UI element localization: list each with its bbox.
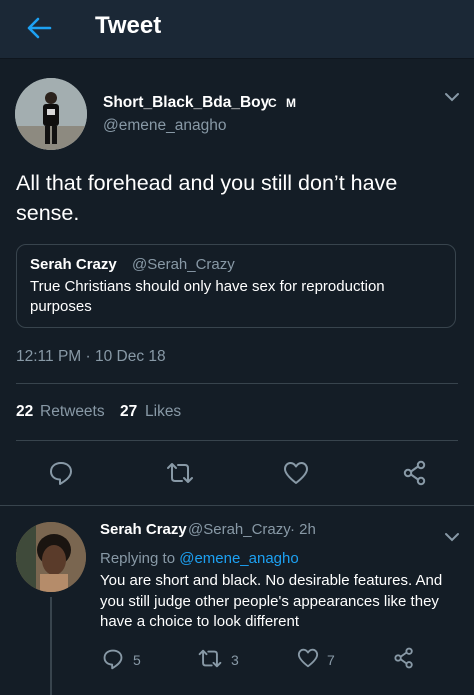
quoted-author-handle: @Serah_Crazy xyxy=(132,256,235,273)
avatar[interactable] xyxy=(16,522,86,592)
retweet-icon[interactable] xyxy=(165,461,195,485)
replying-to-link[interactable]: @emene_anagho xyxy=(179,550,299,567)
divider xyxy=(0,505,474,506)
back-arrow-icon[interactable] xyxy=(26,17,52,39)
like-count: 7 xyxy=(327,652,335,668)
reply-text: You are short and black. No desirable fe… xyxy=(100,572,443,630)
tweet-text: All that forehead and you still don’t ha… xyxy=(16,171,398,225)
share-icon[interactable] xyxy=(402,460,428,486)
replying-to-label: Replying to xyxy=(100,550,180,567)
quoted-tweet-text: True Christians should only have sex for… xyxy=(30,278,385,315)
share-icon[interactable] xyxy=(393,647,415,669)
retweet-icon[interactable] xyxy=(197,648,223,669)
divider xyxy=(16,383,458,384)
chevron-down-icon[interactable] xyxy=(444,531,460,543)
avatar-photo xyxy=(16,522,86,592)
reply-count: 5 xyxy=(133,652,141,668)
author-badge: C M xyxy=(268,96,299,110)
quoted-tweet[interactable]: Serah Crazy @Serah_Crazy True Christians… xyxy=(16,244,456,328)
author-name[interactable]: Short_Black_Bda_Boy xyxy=(103,94,269,112)
reply-author-name[interactable]: Serah Crazy xyxy=(100,521,187,538)
like-icon[interactable] xyxy=(297,648,319,668)
likes-label[interactable]: Likes xyxy=(145,403,181,421)
reply-icon[interactable] xyxy=(48,460,74,486)
avatar[interactable] xyxy=(15,78,87,150)
divider xyxy=(16,440,458,441)
like-icon[interactable] xyxy=(283,461,309,485)
retweet-count: 3 xyxy=(231,652,239,668)
thread-line xyxy=(50,597,52,695)
author-handle[interactable]: @emene_anagho xyxy=(103,117,226,135)
quoted-author-name: Serah Crazy xyxy=(30,256,117,273)
retweets-count[interactable]: 22 xyxy=(16,403,33,421)
reply-author-handle[interactable]: @Serah_Crazy xyxy=(188,521,291,538)
replying-to: Replying to @emene_anagho xyxy=(100,550,299,567)
reply-icon[interactable] xyxy=(102,648,124,670)
top-bar: Tweet xyxy=(0,0,474,59)
likes-count[interactable]: 27 xyxy=(120,403,137,421)
tweet-timestamp: 12:11 PM · 10 Dec 18 xyxy=(16,348,166,365)
avatar-photo xyxy=(15,78,87,150)
chevron-down-icon[interactable] xyxy=(444,91,460,103)
retweets-label[interactable]: Retweets xyxy=(40,403,105,421)
reply-time: · 2h xyxy=(290,521,316,538)
page-title: Tweet xyxy=(95,12,162,39)
